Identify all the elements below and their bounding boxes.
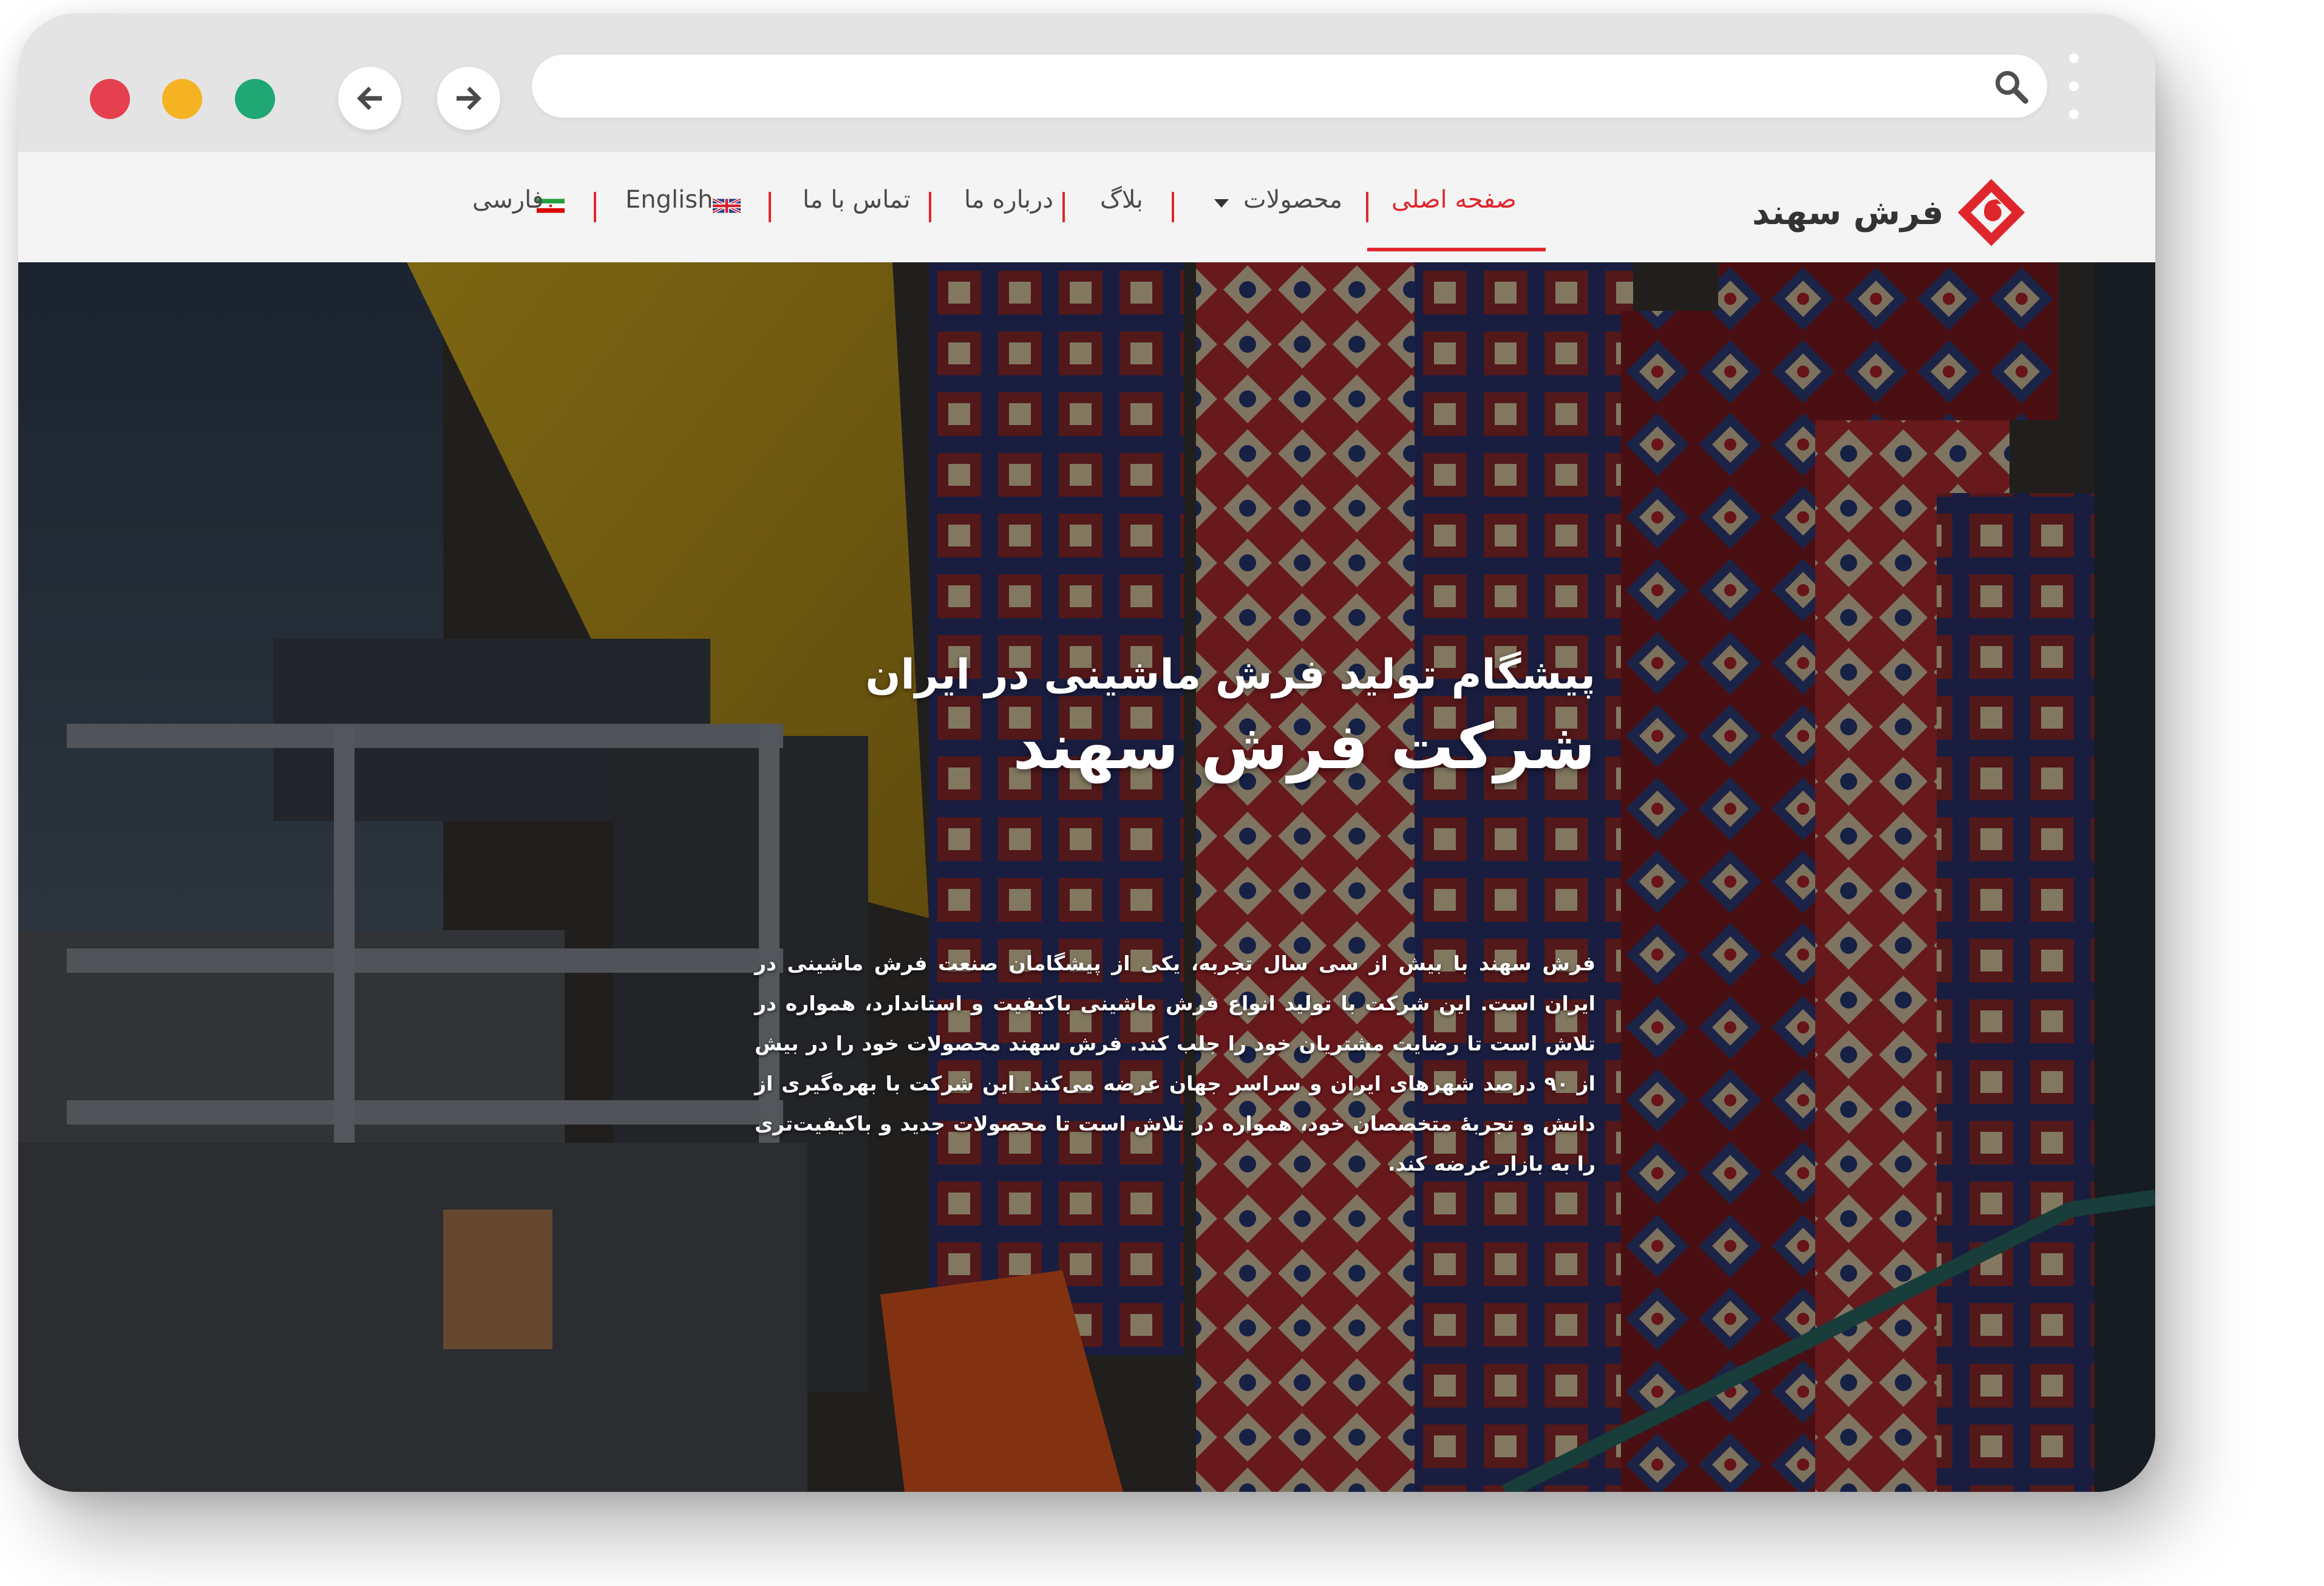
- nav-separator: [1062, 192, 1065, 222]
- minimize-window-button[interactable]: [162, 79, 202, 119]
- browser-toolbar: [18, 13, 2155, 152]
- close-window-button[interactable]: [90, 79, 130, 119]
- search-icon[interactable]: [1993, 68, 2030, 106]
- nav-farsi[interactable]: فارسی: [472, 186, 543, 214]
- arrow-left-icon: [357, 86, 382, 111]
- site-header: فرش سهند صفحه اصلی محصولات بلاگ درباره م…: [18, 152, 2155, 263]
- hero-title: شرکت فرش سهند: [1013, 709, 1595, 783]
- active-nav-indicator: [1367, 248, 1546, 251]
- more-menu-icon[interactable]: [2068, 53, 2080, 121]
- nav-separator: [594, 192, 596, 222]
- maximize-window-button[interactable]: [235, 79, 275, 119]
- hero-subtitle: پیشگام تولید فرش ماشینی در ایران: [865, 651, 1595, 699]
- nav-about[interactable]: درباره ما: [964, 186, 1053, 214]
- hero-section: پیشگام تولید فرش ماشینی در ایران شرکت فر…: [18, 262, 2155, 1492]
- chevron-down-icon[interactable]: [1214, 199, 1229, 208]
- nav-separator: [1366, 192, 1368, 222]
- browser-window: فرش سهند صفحه اصلی محصولات بلاگ درباره م…: [18, 13, 2155, 1492]
- uk-flag-icon: [713, 197, 741, 214]
- address-bar[interactable]: [532, 55, 2047, 118]
- back-button[interactable]: [338, 67, 401, 130]
- nav-separator: [929, 192, 931, 222]
- nav-blog[interactable]: بلاگ: [1100, 186, 1143, 214]
- nav-contact[interactable]: تماس با ما: [803, 186, 911, 214]
- main-navigation: صفحه اصلی محصولات بلاگ درباره ما تماس با…: [18, 152, 2155, 262]
- forward-button[interactable]: [437, 67, 500, 130]
- nav-english[interactable]: English: [625, 186, 713, 214]
- hero-dark-overlay: [18, 262, 2155, 1492]
- hero-description: فرش سهند با بیش از سی سال تجربه، یکی از …: [755, 951, 1595, 1176]
- nav-separator: [1172, 192, 1174, 222]
- arrow-right-icon: [457, 86, 481, 111]
- nav-products[interactable]: محصولات: [1243, 186, 1342, 214]
- nav-home[interactable]: صفحه اصلی: [1391, 186, 1517, 214]
- nav-separator: [769, 192, 771, 222]
